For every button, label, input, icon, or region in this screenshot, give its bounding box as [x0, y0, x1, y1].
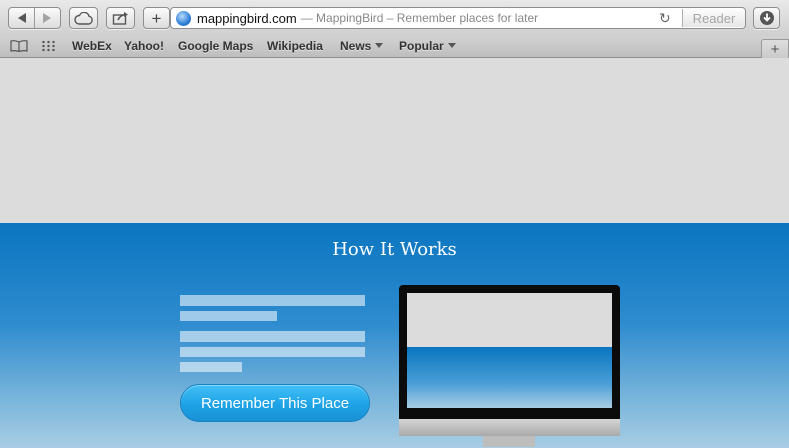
icloud-tabs-button[interactable] — [69, 7, 98, 29]
icloud-icon — [73, 11, 93, 25]
top-sites-icon[interactable] — [41, 40, 56, 52]
share-icon — [112, 12, 128, 25]
text-placeholder-line — [180, 311, 277, 321]
bookmark-webex[interactable]: WebEx — [72, 39, 112, 53]
page-title: — MappingBird – Remember places for late… — [300, 11, 539, 25]
reading-list-icon[interactable] — [10, 40, 28, 52]
downloads-button[interactable] — [753, 7, 780, 29]
back-forward-control — [8, 7, 61, 29]
text-placeholder-line — [180, 295, 365, 306]
share-button[interactable] — [106, 7, 135, 29]
chevron-down-icon — [447, 43, 456, 48]
forward-icon — [43, 13, 52, 23]
map-area-placeholder — [0, 59, 789, 223]
bookmark-folder-news[interactable]: News — [340, 39, 384, 53]
forward-button[interactable] — [35, 8, 60, 28]
new-tab-button[interactable]: + — [761, 39, 789, 58]
url-host: mappingbird.com — [197, 10, 297, 26]
bookmark-folder-label: News — [340, 39, 372, 53]
add-bookmark-button[interactable]: + — [143, 7, 170, 29]
address-bar[interactable]: mappingbird.com — MappingBird – Remember… — [170, 7, 746, 29]
bookmarks-bar: WebEx Yahoo! Google Maps Wikipedia News … — [0, 36, 789, 58]
text-placeholder-line — [180, 347, 365, 357]
bookmark-wikipedia[interactable]: Wikipedia — [267, 39, 323, 53]
how-it-works-section: How It Works Remember This Place — [0, 223, 789, 448]
chevron-down-icon — [375, 43, 384, 48]
imac-screen-hero — [407, 347, 612, 408]
reload-icon[interactable]: ↻ — [659, 10, 671, 27]
bookmark-yahoo[interactable]: Yahoo! — [124, 39, 164, 53]
browser-toolbar: + mappingbird.com — MappingBird – Rememb… — [0, 0, 789, 36]
text-placeholder-line — [180, 362, 242, 372]
reader-button[interactable]: Reader — [682, 9, 745, 27]
bookmark-google-maps[interactable]: Google Maps — [178, 39, 253, 53]
bookmark-folder-popular[interactable]: Popular — [399, 39, 456, 53]
imac-screen — [407, 293, 612, 408]
back-icon — [17, 13, 26, 23]
add-icon: + — [151, 8, 162, 28]
remember-this-place-button[interactable]: Remember This Place — [180, 384, 370, 422]
section-title: How It Works — [332, 239, 457, 260]
download-icon — [759, 11, 774, 25]
imac-stand — [483, 436, 535, 447]
imac-chin — [399, 419, 620, 436]
back-button[interactable] — [9, 8, 34, 28]
text-placeholder-line — [180, 331, 365, 342]
bookmark-folder-label: Popular — [399, 39, 444, 53]
imac-illustration — [399, 285, 620, 434]
globe-icon — [176, 10, 191, 26]
